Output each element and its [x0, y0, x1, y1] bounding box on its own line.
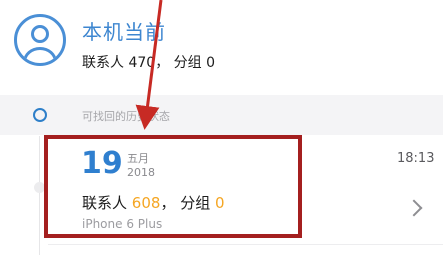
annotation-arrow-icon [135, 0, 163, 130]
